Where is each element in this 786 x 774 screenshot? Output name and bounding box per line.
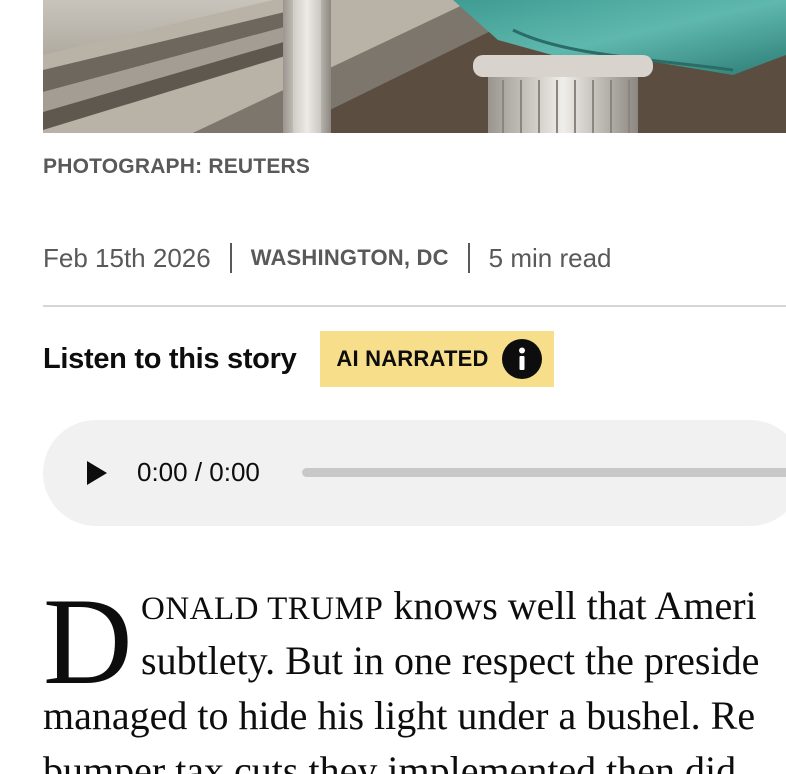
playback-time: 0:00 / 0:00 bbox=[137, 457, 260, 487]
drop-cap: D bbox=[43, 573, 133, 710]
body-line: bumper tax cuts they implemented then di… bbox=[43, 748, 737, 774]
ai-narrated-label: AI NARRATED bbox=[336, 346, 489, 371]
lead-name: ONALD TRUMP bbox=[141, 591, 384, 627]
section-divider bbox=[43, 305, 786, 307]
info-icon[interactable] bbox=[501, 339, 542, 379]
audio-player: 0:00 / 0:00 bbox=[43, 420, 786, 526]
body-line: managed to hide his light under a bushel… bbox=[43, 693, 756, 738]
dateline-location: WASHINGTON, DC bbox=[250, 245, 449, 270]
ai-narrated-badge[interactable]: AI NARRATED bbox=[320, 331, 554, 387]
listen-header: Listen to this story AI NARRATED bbox=[43, 331, 554, 387]
play-button[interactable] bbox=[85, 459, 109, 487]
publish-date: Feb 15th 2026 bbox=[43, 242, 211, 273]
article-body: D ONALD TRUMP knows well that Ameri subt… bbox=[43, 578, 786, 774]
body-line: subtlety. But in one respect the preside bbox=[141, 638, 760, 683]
progress-bar[interactable] bbox=[302, 468, 786, 477]
line1-text: knows well that Ameri bbox=[383, 583, 757, 628]
listen-title: Listen to this story bbox=[43, 342, 297, 375]
article-meta: Feb 15th 2026 WASHINGTON, DC 5 min read bbox=[43, 240, 612, 276]
article-photo bbox=[43, 0, 786, 133]
play-icon bbox=[87, 461, 107, 485]
body-line: ONALD TRUMP knows well that Ameri bbox=[43, 578, 786, 633]
meta-divider bbox=[229, 243, 232, 273]
read-time: 5 min read bbox=[488, 242, 612, 273]
building-columns-flag-photo bbox=[43, 0, 786, 133]
photo-credit: PHOTOGRAPH: REUTERS bbox=[43, 155, 311, 178]
meta-divider bbox=[467, 243, 470, 273]
